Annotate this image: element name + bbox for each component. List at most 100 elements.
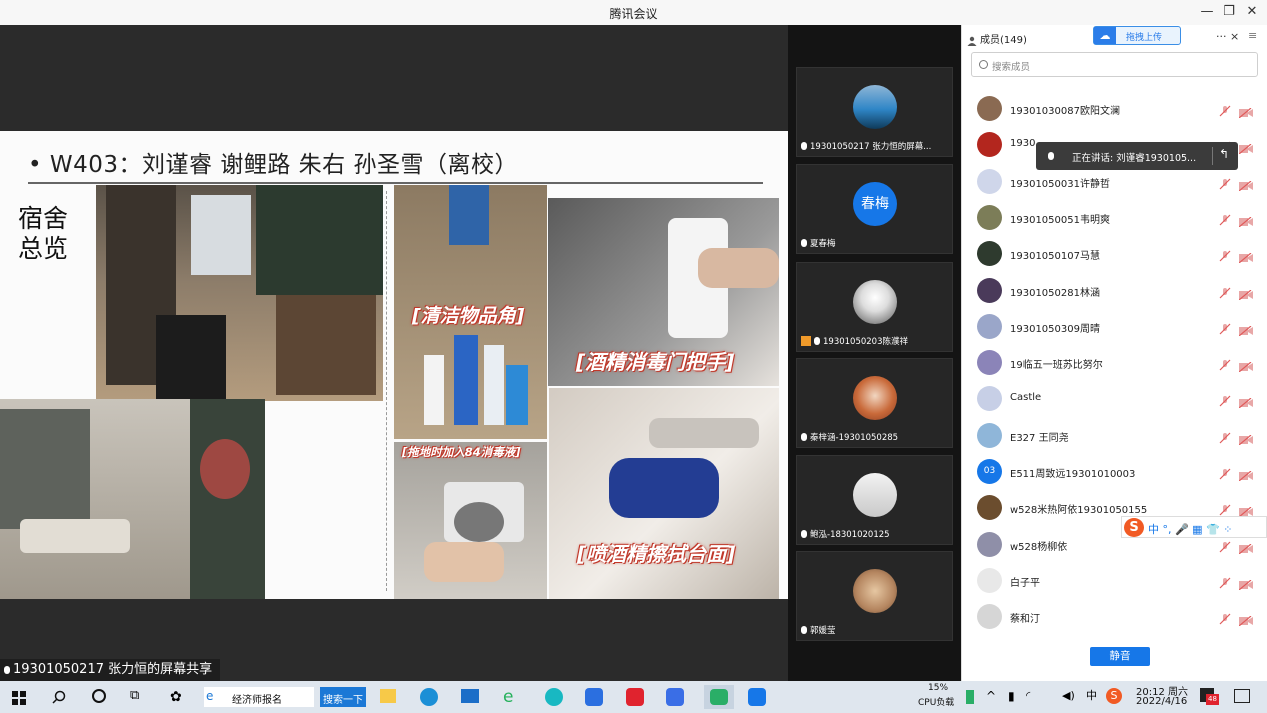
action-center-icon[interactable] (1234, 689, 1250, 703)
minimize-icon[interactable]: — (1196, 3, 1218, 21)
mic-muted-icon[interactable] (1219, 211, 1231, 226)
task-view-icon[interactable]: ⧉ (130, 689, 146, 703)
avatar (977, 168, 1002, 194)
mic-muted-icon[interactable] (1219, 538, 1231, 553)
app-icon[interactable]: ✿ (170, 688, 190, 706)
mic-muted-icon[interactable] (1219, 284, 1231, 298)
camera-off-icon[interactable] (1238, 430, 1253, 446)
network-icon[interactable]: ◜ (1026, 689, 1038, 703)
video-tile[interactable]: 鲍泓-18301020125 (796, 455, 953, 545)
search-icon (979, 60, 988, 69)
video-tile[interactable]: 郭媛莹 (796, 551, 953, 641)
mic-muted-icon[interactable] (1219, 102, 1231, 117)
camera-off-icon[interactable] (1238, 502, 1253, 518)
mute-all-button[interactable]: 静音 (1090, 647, 1150, 666)
mic-muted-icon[interactable] (1219, 247, 1231, 262)
camera-off-icon[interactable] (1238, 285, 1253, 300)
camera-off-icon[interactable] (1238, 575, 1253, 591)
member-row[interactable]: Castle (962, 382, 1267, 418)
avatar (853, 280, 897, 324)
member-row[interactable]: 蔡和汀 (962, 600, 1267, 636)
cortana-icon[interactable] (92, 689, 106, 703)
search-icon[interactable] (52, 689, 66, 704)
menu-icon[interactable]: ≡ (1248, 29, 1257, 42)
video-tile-name-text: 秦梓涵-19301050285 (810, 433, 899, 443)
ime-toolbar[interactable]: S 中 °, 🎤 ▦ 👕 ⁘ (1121, 516, 1267, 538)
mic-muted-icon[interactable] (1219, 574, 1231, 589)
file-explorer-icon[interactable] (380, 689, 396, 703)
netease-music-icon[interactable] (626, 688, 644, 706)
wechat-task[interactable] (704, 685, 734, 709)
battery-icon[interactable] (966, 690, 974, 704)
video-tile[interactable]: 19301050203陈濮祥 (796, 262, 953, 352)
reply-icon[interactable]: ↰ (1219, 147, 1229, 161)
dorm-room-photo (96, 185, 383, 401)
camera-off-icon[interactable] (1238, 103, 1253, 119)
member-row[interactable]: 19301030087欧阳文澜 (962, 92, 1267, 128)
member-row[interactable]: 03 E511周致远19301010003 (962, 455, 1267, 491)
mic-muted-icon[interactable] (1219, 465, 1231, 480)
member-row[interactable]: 19301050281林涵 (962, 274, 1267, 310)
mic-icon (801, 239, 807, 247)
mic-muted-icon[interactable] (1219, 610, 1231, 625)
mic-muted-icon[interactable] (1219, 356, 1231, 371)
camera-off-icon[interactable] (1238, 357, 1253, 373)
video-tile-name-text: 夏春梅 (810, 239, 836, 249)
member-row[interactable]: 19301050309周晴 (962, 310, 1267, 346)
member-row[interactable]: 19301050051韦明爽 (962, 201, 1267, 237)
camera-off-icon[interactable] (1238, 139, 1253, 155)
more-and-close-icons[interactable]: ··· × (1216, 30, 1239, 43)
camera-off-icon[interactable] (1238, 466, 1253, 482)
mic-muted-icon[interactable] (1219, 175, 1231, 190)
camera-off-icon[interactable] (1238, 248, 1253, 264)
restore-icon[interactable]: ❐ (1218, 3, 1240, 21)
member-row[interactable]: 白子平 (962, 564, 1267, 600)
volume-icon[interactable]: ◀) (1062, 689, 1076, 703)
tencent-meeting-icon[interactable] (585, 688, 603, 706)
microphone-icon[interactable]: ▮ (1008, 689, 1016, 703)
members-panel-header: 成员(149) ☁ 拖拽上传 ··· × ≡ (962, 25, 1267, 49)
member-row[interactable]: 19301050107马慧 (962, 237, 1267, 273)
notification-badge: 48 (1206, 694, 1219, 705)
windows-start-icon[interactable] (12, 690, 26, 705)
video-player-icon[interactable] (666, 688, 684, 706)
wechat-icon (710, 689, 728, 705)
video-tile[interactable]: 春梅 夏春梅 (796, 164, 953, 254)
camera-off-icon[interactable] (1238, 611, 1253, 627)
video-tile[interactable]: 秦梓涵-19301050285 (796, 358, 953, 448)
mic-muted-icon[interactable] (1219, 392, 1231, 407)
video-tile-name: 夏春梅 (801, 237, 836, 249)
camera-off-icon[interactable] (1238, 212, 1253, 228)
browser-search-box[interactable]: e 经济师报名 (204, 687, 314, 707)
member-name: 19301050051韦明爽 (1010, 214, 1110, 226)
notification-app-icon[interactable]: 48 (1200, 688, 1219, 706)
clock-date[interactable]: 2022/4/16 (1136, 696, 1187, 707)
app-icon[interactable] (545, 688, 563, 706)
camera-off-icon[interactable] (1238, 393, 1253, 409)
screen: 腾讯会议 — ❐ ✕ • W403：刘谨睿 谢鲤路 朱右 孙圣雪（离校） 宿舍 … (0, 0, 1267, 713)
member-search-input[interactable]: 搜索成员 (971, 52, 1258, 77)
mic-muted-icon[interactable] (1219, 501, 1231, 516)
mic-muted-icon[interactable] (1219, 429, 1231, 444)
camera-off-icon[interactable] (1238, 176, 1253, 192)
mail-icon[interactable] (461, 689, 479, 703)
member-row[interactable]: E327 王同尧 (962, 419, 1267, 455)
video-tile-name-text: 郭媛莹 (810, 626, 836, 636)
drag-upload-button[interactable]: ☁ 拖拽上传 (1093, 26, 1181, 45)
sogou-tray-icon[interactable]: S (1106, 688, 1122, 704)
close-icon[interactable]: ✕ (1241, 3, 1263, 21)
cpu-label: CPU负载 (918, 698, 955, 708)
video-tile[interactable]: 19301050217 张力恒的屏幕... (796, 67, 953, 157)
input-method-icon[interactable]: 中 (1086, 689, 1098, 703)
screen-share-owner: 19301050217 张力恒的屏幕共享 (13, 662, 213, 677)
camera-off-icon[interactable] (1238, 539, 1253, 555)
edge-icon[interactable] (420, 688, 438, 706)
search-go-button[interactable]: 搜索一下 (320, 687, 366, 707)
mic-muted-icon[interactable] (1219, 320, 1231, 335)
app-icon[interactable] (748, 688, 766, 706)
avatar: 春梅 (853, 182, 897, 226)
browser-icon[interactable]: e (503, 688, 521, 706)
member-row[interactable]: 19临五一班苏比努尔 (962, 346, 1267, 382)
camera-off-icon[interactable] (1238, 321, 1253, 337)
chevron-up-icon[interactable]: ^ (986, 689, 998, 703)
